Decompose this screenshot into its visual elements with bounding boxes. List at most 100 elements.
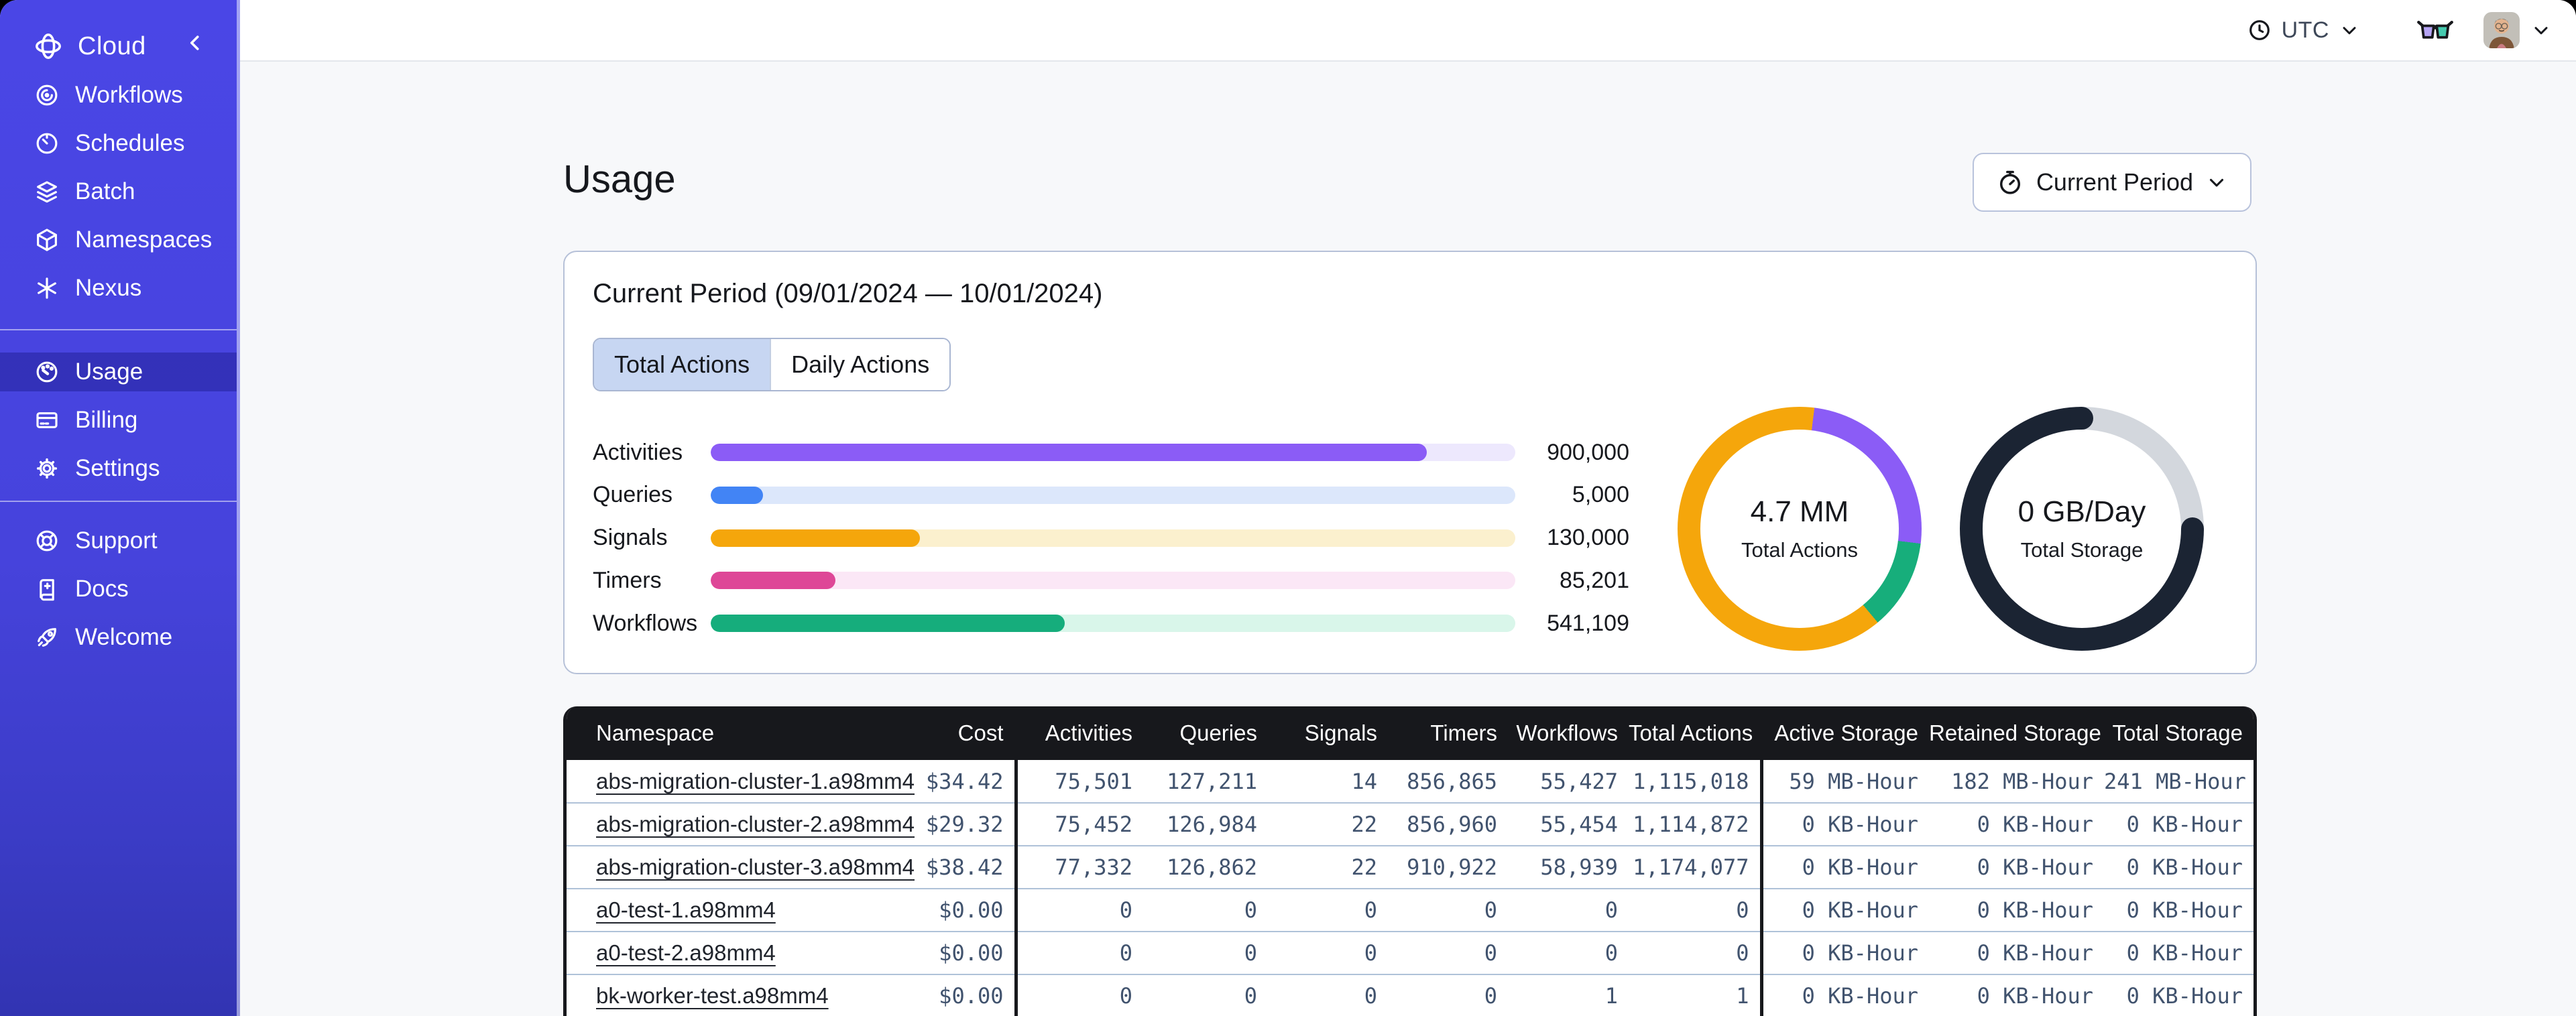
namespace-link[interactable]: abs-migration-cluster-3.a98mm4: [596, 854, 915, 879]
bar-label: Workflows: [593, 610, 698, 636]
tab-total-actions[interactable]: Total Actions: [594, 339, 770, 390]
value-cell: 55,454: [1508, 803, 1629, 846]
bar-fill: [711, 529, 920, 547]
temporal-logo-icon: [32, 30, 64, 62]
value-cell: 0 KB-Hour: [1929, 932, 2104, 975]
value-cell: 22: [1268, 846, 1388, 889]
namespace-link[interactable]: a0-test-2.a98mm4: [596, 940, 776, 965]
sidebar-item-batch[interactable]: Batch: [0, 172, 237, 211]
value-cell: 0 KB-Hour: [1929, 803, 2104, 846]
namespace-cell: abs-migration-cluster-3.a98mm4: [567, 846, 915, 889]
column-header-activities: Activities: [1045, 720, 1132, 745]
column-header-active-storage: Active Storage: [1774, 720, 1918, 745]
table-row: abs-migration-cluster-3.a98mm4 $38.42 77,3…: [567, 846, 2253, 889]
value-cell: 126,984: [1143, 803, 1268, 846]
timezone-selector[interactable]: UTC: [2247, 17, 2360, 44]
value-cell: $0.00: [882, 974, 1018, 1016]
avatar[interactable]: [2483, 12, 2520, 48]
sidebar: Cloud Workflows Schedules Batch Namespaces N…: [0, 0, 240, 1016]
value-cell: 0: [1016, 889, 1143, 932]
card-title: Current Period (09/01/2024 — 10/01/2024): [593, 279, 1103, 308]
sidebar-item-nexus[interactable]: Nexus: [0, 269, 237, 308]
sidebar-item-settings[interactable]: Settings: [0, 449, 237, 488]
bar-fill: [711, 615, 1065, 633]
sidebar-item-label: Namespaces: [75, 227, 213, 253]
sidebar-item-label: Settings: [75, 455, 160, 481]
bar-value: 900,000: [1547, 439, 1629, 465]
namespace-cell: a0-test-2.a98mm4: [567, 932, 882, 975]
total-storage-donut: 0 GB/Day Total Storage: [1960, 407, 2204, 651]
namespace-link[interactable]: a0-test-1.a98mm4: [596, 897, 776, 922]
value-cell: 77,332: [1016, 846, 1143, 889]
donut-value: 0 GB/Day: [2017, 495, 2146, 528]
sidebar-item-label: Welcome: [75, 624, 173, 650]
column-header-cost: Cost: [882, 706, 1018, 760]
sidebar-item-welcome[interactable]: Welcome: [0, 618, 237, 657]
usage-bar-row: Signals 130,000: [593, 525, 1743, 552]
billing-icon: [32, 405, 62, 435]
sidebar-item-support[interactable]: Support: [0, 521, 237, 560]
namespace-link[interactable]: abs-migration-cluster-1.a98mm4: [596, 769, 915, 793]
sidebar-item-docs[interactable]: Docs: [0, 570, 237, 609]
value-cell: 0 KB-Hour: [2104, 889, 2253, 932]
account-chevron-down-icon[interactable]: [2530, 19, 2552, 41]
namespace-usage-table: Namespace Cost Activities Queries Signals Tim…: [563, 706, 2257, 1016]
value-cell: 0: [1143, 889, 1268, 932]
bar-fill: [711, 572, 835, 590]
batch-icon: [32, 177, 62, 206]
period-selector-label: Current Period: [2036, 168, 2194, 196]
period-selector-button[interactable]: Current Period: [1973, 153, 2251, 212]
value-cell: 1: [1629, 974, 1763, 1016]
sidebar-collapse-icon[interactable]: [183, 31, 210, 58]
value-cell: 0: [1016, 932, 1143, 975]
bar-label: Activities: [593, 439, 683, 465]
sidebar-item-usage[interactable]: Usage: [0, 353, 237, 391]
bar-value: 5,000: [1572, 482, 1629, 508]
value-cell: 0 KB-Hour: [1761, 932, 1929, 975]
timezone-label: UTC: [2281, 17, 2329, 43]
sidebar-brand[interactable]: Cloud: [0, 27, 237, 66]
column-header-namespace: Namespace: [596, 720, 715, 745]
usage-bar-row: Queries 5,000: [593, 482, 1743, 509]
namespace-link[interactable]: bk-worker-test.a98mm4: [596, 983, 829, 1008]
clock-icon: [2247, 17, 2272, 43]
value-cell: 0: [1508, 932, 1629, 975]
value-cell: 182 MB-Hour: [1929, 760, 2104, 804]
value-cell: 0: [1629, 889, 1763, 932]
sidebar-item-billing[interactable]: Billing: [0, 401, 237, 440]
sidebar-item-label: Docs: [75, 576, 129, 602]
column-header-workflows: Workflows: [1516, 720, 1618, 745]
bar-label: Timers: [593, 567, 662, 593]
column-header-total-storage: Total Storage: [2112, 720, 2243, 745]
sidebar-item-label: Usage: [75, 359, 143, 385]
reader-glasses-icon[interactable]: [2416, 15, 2454, 45]
sidebar-item-workflows[interactable]: Workflows: [0, 76, 237, 115]
sidebar-item-label: Workflows: [75, 82, 183, 108]
docs-icon: [32, 574, 62, 604]
usage-bar-row: Activities 900,000: [593, 439, 1743, 466]
value-cell: 0 KB-Hour: [2104, 974, 2253, 1016]
value-cell: 241 MB-Hour: [2104, 760, 2253, 804]
sidebar-item-label: Billing: [75, 407, 138, 433]
bar-track: [711, 615, 1515, 633]
namespace-cell: bk-worker-test.a98mm4: [567, 974, 882, 1016]
value-cell: 856,960: [1388, 803, 1508, 846]
namespace-link[interactable]: abs-migration-cluster-2.a98mm4: [596, 812, 915, 836]
value-cell: 22: [1268, 803, 1388, 846]
topbar: UTC: [240, 0, 2576, 62]
value-cell: 0 KB-Hour: [2104, 846, 2253, 889]
table-row: a0-test-2.a98mm4 $0.00 0 0 0 0 0 0 0 KB-Hour 0 KB…: [567, 932, 2253, 975]
column-header-queries: Queries: [1179, 720, 1257, 745]
tab-daily-actions[interactable]: Daily Actions: [770, 339, 950, 390]
value-cell: 0: [1508, 889, 1629, 932]
value-cell: 0: [1143, 974, 1268, 1016]
sidebar-item-schedules[interactable]: Schedules: [0, 124, 237, 163]
workflows-icon: [32, 80, 62, 110]
settings-icon: [32, 454, 62, 483]
value-cell: 856,865: [1388, 760, 1508, 804]
chevron-down-icon: [2339, 19, 2360, 41]
sidebar-item-namespaces[interactable]: Namespaces: [0, 220, 237, 259]
value-cell: 0 KB-Hour: [1761, 846, 1929, 889]
usage-bar-row: Timers 85,201: [593, 567, 1743, 594]
donut-value: 4.7 MM: [1750, 495, 1849, 528]
